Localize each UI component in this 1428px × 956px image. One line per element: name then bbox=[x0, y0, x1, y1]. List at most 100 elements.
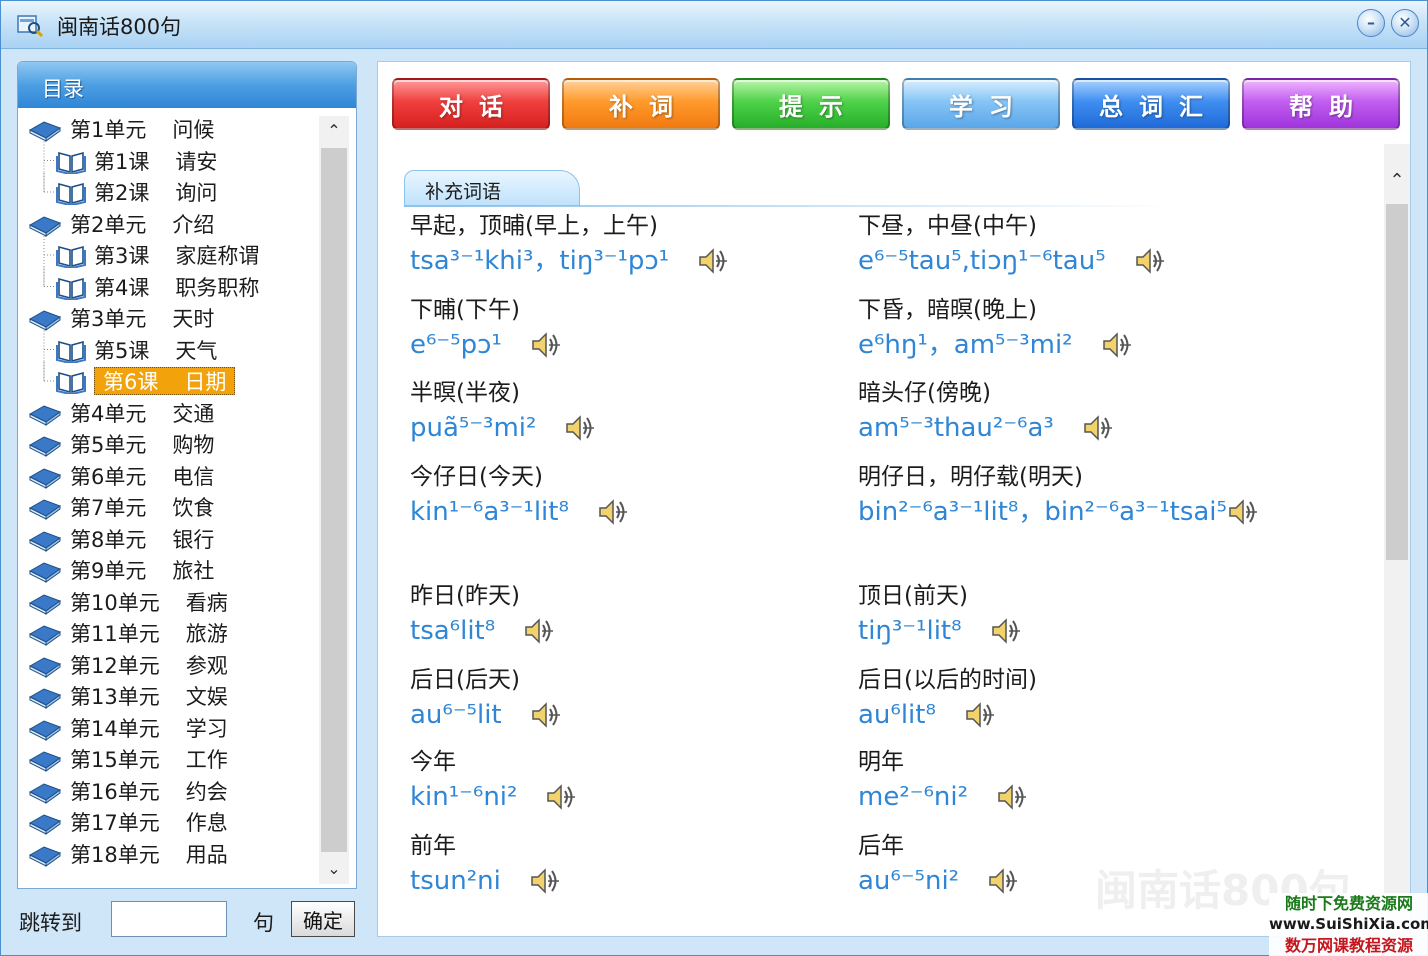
tree-unit-item[interactable]: 第4单元 交通 bbox=[28, 398, 214, 428]
catalog-scroll-thumb[interactable] bbox=[321, 148, 347, 852]
tree-unit-item[interactable]: 第17单元 作息 bbox=[28, 807, 228, 837]
vocab-entry: 暗头仔(傍晚) am⁵⁻³thau²⁻⁶a³ bbox=[858, 377, 1268, 447]
vocab-chinese: 下昼，中昼(中午) bbox=[858, 213, 1037, 239]
tree-unit-item[interactable]: 第8单元 银行 bbox=[28, 524, 214, 554]
tree-unit-item[interactable]: 第7单元 饮食 bbox=[28, 492, 214, 522]
speaker-icon[interactable] bbox=[1134, 246, 1166, 276]
vocab-entry: 早起，顶晡(早上，上午) tsa³⁻¹khi³，tiŋ³⁻¹pɔ¹ bbox=[410, 210, 830, 280]
tree-item-label: 第12单元 参观 bbox=[70, 650, 228, 680]
jump-input[interactable] bbox=[111, 901, 227, 937]
speaker-icon[interactable] bbox=[1082, 413, 1114, 443]
tree-unit-item[interactable]: 第14单元 学习 bbox=[28, 713, 228, 743]
close-button[interactable]: ✕ bbox=[1391, 9, 1419, 37]
vocab-entry: 下昼，中昼(中午) e⁶⁻⁵tau⁵,tiɔŋ¹⁻⁶tau⁵ bbox=[858, 210, 1268, 280]
tree-lesson-item[interactable]: 第5课 天气 bbox=[56, 335, 217, 365]
tree-item-label: 第1课 请安 bbox=[94, 146, 217, 176]
confirm-button[interactable]: 确定 bbox=[291, 901, 355, 937]
unit-book-stack-icon bbox=[28, 652, 62, 678]
catalog-tree[interactable]: 第1单元 问候 第1课 请安 第2课 询问 第2单元 介绍 第3课 家庭称谓 第4课 职务职称 第3单元… bbox=[18, 114, 318, 884]
lesson-open-book-icon bbox=[56, 179, 86, 206]
corner-logo: 随时下免费资源网 www.SuiShiXia.com 数万网课教程资源 bbox=[1269, 893, 1428, 956]
tree-lesson-item[interactable]: 第4课 职务职称 bbox=[56, 272, 259, 302]
tree-item-label: 第15单元 工作 bbox=[70, 744, 228, 774]
vocab-entry: 明年 me²⁻⁶ni² bbox=[858, 746, 1268, 816]
vocab-romanization: tsa³⁻¹khi³，tiŋ³⁻¹pɔ¹ bbox=[410, 246, 670, 276]
vocab-romanization: tsun²ni bbox=[410, 866, 501, 896]
tree-lesson-item[interactable]: 第1课 请安 bbox=[56, 146, 217, 176]
vocab-pronunciation: am⁵⁻³thau²⁻⁶a³ bbox=[858, 409, 1268, 447]
tree-lesson-item[interactable]: 第6课 日期 bbox=[56, 366, 236, 396]
tree-unit-item[interactable]: 第3单元 天时 bbox=[28, 303, 214, 333]
vocab-pronunciation: tsun²ni bbox=[410, 862, 830, 900]
content-scroll-up-icon[interactable]: ⌃ bbox=[1384, 166, 1410, 196]
unit-book-stack-icon bbox=[28, 620, 62, 646]
speaker-icon[interactable] bbox=[530, 700, 562, 730]
content-scrollbar[interactable]: ⌃ bbox=[1384, 144, 1410, 936]
catalog-header: 目录 bbox=[18, 62, 356, 108]
tree-item-label: 第2单元 介绍 bbox=[70, 209, 214, 239]
tree-item-number: 第4单元 bbox=[70, 401, 147, 426]
speaker-icon[interactable] bbox=[1227, 497, 1259, 527]
unit-book-stack-icon bbox=[28, 809, 62, 835]
tree-unit-item[interactable]: 第5单元 购物 bbox=[28, 429, 214, 459]
tree-item-number: 第4课 bbox=[94, 275, 150, 300]
tree-item-label: 第17单元 作息 bbox=[70, 807, 228, 837]
corner-logo-line1: 随时下免费资源网 bbox=[1284, 894, 1413, 913]
tree-unit-item[interactable]: 第10单元 看病 bbox=[28, 587, 228, 617]
tree-unit-item[interactable]: 第1单元 问候 bbox=[28, 114, 214, 144]
speaker-icon[interactable] bbox=[523, 616, 555, 646]
dialog-tab[interactable]: 对话 bbox=[392, 78, 550, 130]
supplement-words-tab[interactable]: 补词 bbox=[562, 78, 720, 130]
tree-item-label: 第16单元 约会 bbox=[70, 776, 228, 806]
speaker-icon[interactable] bbox=[987, 866, 1019, 896]
tree-item-number: 第3单元 bbox=[70, 307, 147, 331]
speaker-icon[interactable] bbox=[990, 616, 1022, 646]
speaker-icon[interactable] bbox=[697, 246, 729, 276]
tree-item-label: 第1单元 问候 bbox=[70, 114, 214, 144]
tree-lesson-item[interactable]: 第2课 询问 bbox=[56, 177, 217, 207]
speaker-icon[interactable] bbox=[1101, 330, 1133, 360]
tree-unit-item[interactable]: 第6单元 电信 bbox=[28, 461, 214, 491]
jump-unit-label: 句 bbox=[253, 911, 274, 935]
scroll-up-arrow-icon[interactable]: ⌃ bbox=[319, 116, 349, 146]
tree-item-number: 第16单元 bbox=[70, 779, 160, 804]
tree-item-name: 日期 bbox=[184, 370, 227, 394]
tree-lesson-item[interactable]: 第3课 家庭称谓 bbox=[56, 240, 259, 270]
tree-item-name: 银行 bbox=[172, 527, 215, 552]
unit-book-stack-icon bbox=[28, 494, 62, 520]
help-tab[interactable]: 帮助 bbox=[1242, 78, 1400, 130]
vocab-romanization: kin¹⁻⁶ni² bbox=[410, 782, 518, 812]
vocab-chinese: 明仔日，明仔载(明天) bbox=[858, 464, 1083, 490]
vocab-chinese: 早起，顶晡(早上，上午) bbox=[410, 213, 658, 239]
hint-tab[interactable]: 提示 bbox=[732, 78, 890, 130]
tree-unit-item[interactable]: 第12单元 参观 bbox=[28, 650, 228, 680]
study-tab[interactable]: 学习 bbox=[902, 78, 1060, 130]
content-scroll-thumb[interactable] bbox=[1386, 204, 1408, 560]
tree-item-name: 询问 bbox=[175, 181, 218, 205]
tree-item-name: 职务职称 bbox=[175, 275, 260, 300]
tree-unit-item[interactable]: 第11单元 旅游 bbox=[28, 618, 228, 648]
minimize-button[interactable]: – bbox=[1357, 9, 1385, 37]
speaker-icon[interactable] bbox=[597, 497, 629, 527]
speaker-icon[interactable] bbox=[996, 782, 1028, 812]
speaker-icon[interactable] bbox=[964, 700, 996, 730]
tree-unit-item[interactable]: 第2单元 介绍 bbox=[28, 209, 214, 239]
title-bar[interactable]: 闽南话800句 – ✕ bbox=[1, 1, 1427, 49]
speaker-icon[interactable] bbox=[564, 413, 596, 443]
speaker-icon[interactable] bbox=[530, 330, 562, 360]
jump-bar: 跳转到 句 确定 bbox=[17, 895, 357, 945]
catalog-scrollbar[interactable]: ⌃ ⌄ bbox=[319, 116, 349, 884]
speaker-icon[interactable] bbox=[529, 866, 561, 896]
speaker-icon[interactable] bbox=[545, 782, 577, 812]
tree-item-label: 第4课 职务职称 bbox=[94, 272, 259, 302]
tree-unit-item[interactable]: 第16单元 约会 bbox=[28, 776, 228, 806]
tree-item-number: 第3课 bbox=[94, 244, 150, 268]
tree-unit-item[interactable]: 第9单元 旅社 bbox=[28, 555, 214, 585]
tree-unit-item[interactable]: 第18单元 用品 bbox=[28, 839, 228, 869]
vocabulary-tab[interactable]: 总词汇 bbox=[1072, 78, 1230, 130]
tree-unit-item[interactable]: 第13单元 文娱 bbox=[28, 681, 228, 711]
tree-item-name: 约会 bbox=[185, 779, 228, 804]
tree-unit-item[interactable]: 第15单元 工作 bbox=[28, 744, 228, 774]
tree-item-number: 第6课 bbox=[103, 370, 159, 394]
scroll-down-arrow-icon[interactable]: ⌄ bbox=[319, 854, 349, 884]
